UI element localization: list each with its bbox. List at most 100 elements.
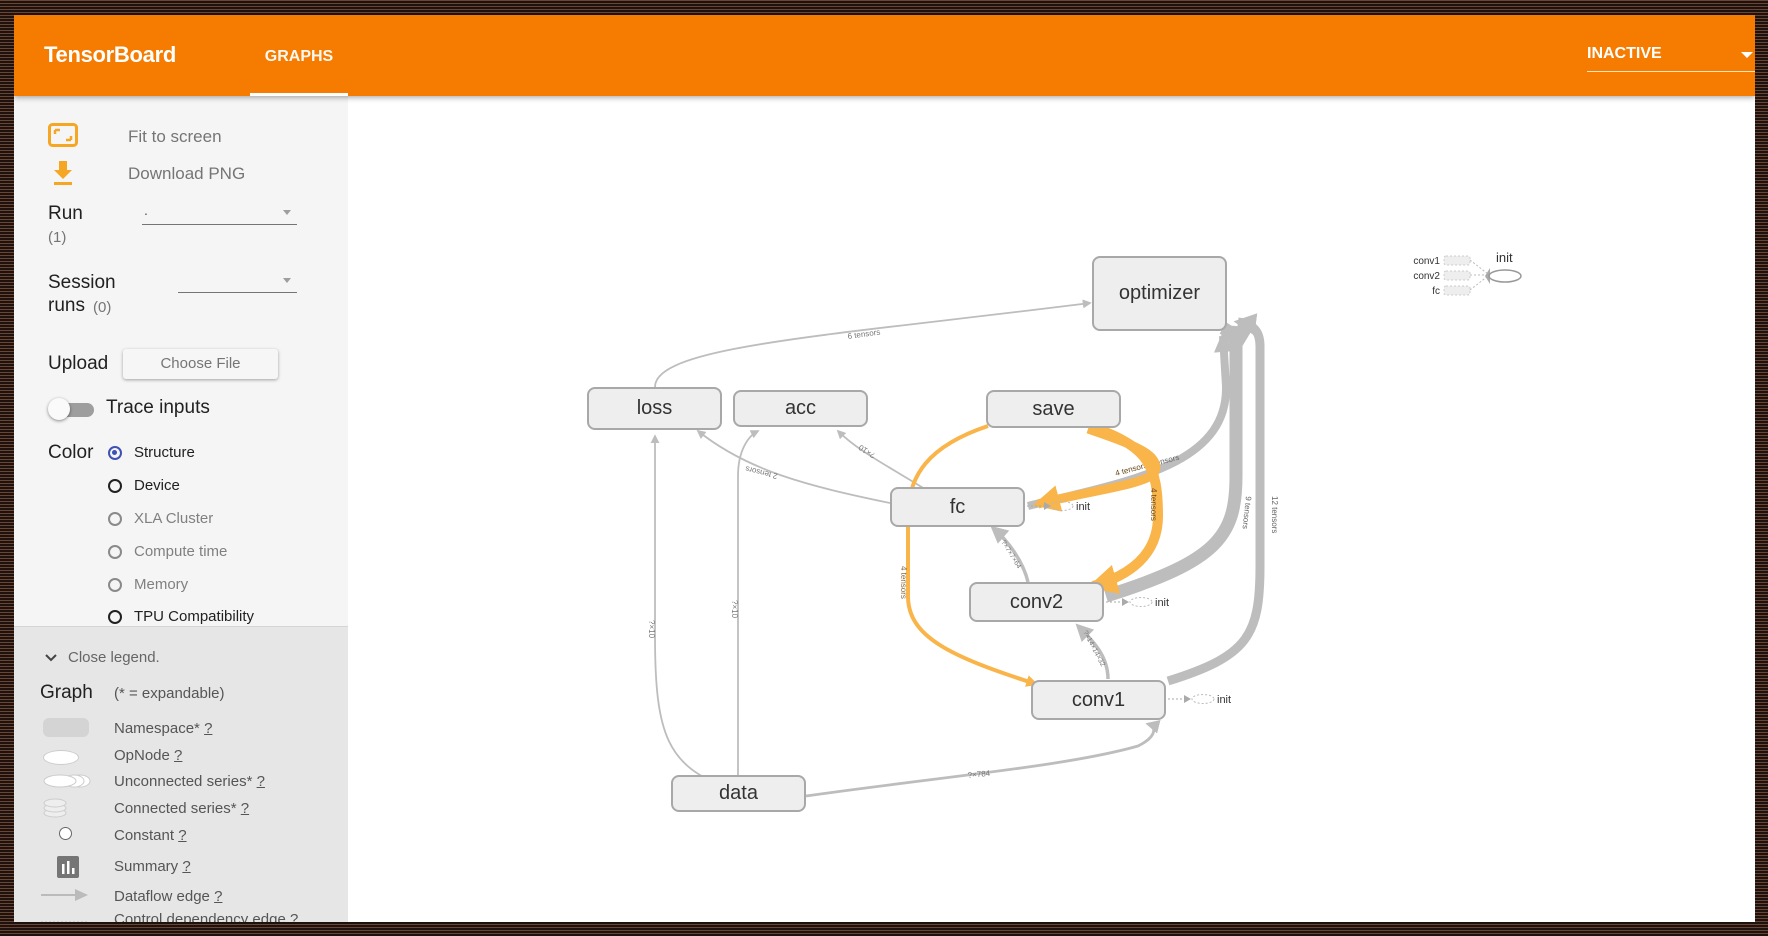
legend-label: Summary — [114, 858, 179, 875]
tab-graphs-label: GRAPHS — [264, 48, 334, 65]
radio-selected — [108, 445, 122, 460]
legend-subtitle: (* = expandable) — [114, 685, 225, 702]
constant-icon — [59, 827, 72, 840]
edge-loss-optimizer[interactable] — [654, 299, 1092, 388]
node-optimizer[interactable]: optimizer — [1092, 256, 1227, 331]
node-conv2[interactable]: conv2 — [969, 582, 1104, 622]
chevron-down-icon — [45, 654, 57, 662]
edge-label: ?×784 — [967, 769, 991, 780]
conv1-init-link[interactable] — [1168, 694, 1215, 704]
aux-input-label: fc — [1432, 286, 1440, 297]
status-select[interactable]: INACTIVE — [1587, 45, 1755, 72]
aux-input-node[interactable] — [1443, 270, 1471, 281]
radio — [108, 511, 122, 526]
legend-connected-series: Connected series* ? — [114, 800, 249, 817]
edge-label: ?×7×7×64 — [999, 539, 1022, 570]
node-label: save — [1032, 397, 1075, 420]
color-option-structure[interactable]: Structure — [108, 444, 195, 461]
run-label: Run — [48, 203, 83, 224]
edge-label: 12 tensors — [1270, 496, 1279, 533]
active-tab-indicator — [250, 93, 348, 96]
fit-screen-icon — [48, 123, 78, 147]
chevron-down-icon — [1741, 52, 1753, 58]
dataflow-edge-icon — [41, 889, 88, 901]
download-icon — [54, 161, 72, 185]
legend-label: Dataflow edge — [114, 888, 210, 905]
session-runs-label: Session — [48, 272, 116, 293]
legend-label: Control dependency edge — [114, 911, 286, 922]
download-png-button[interactable]: Download PNG — [48, 159, 308, 189]
node-conv1[interactable]: conv1 — [1031, 680, 1166, 720]
control-panel: Fit to screen Download PNG Run (1) . Ses… — [14, 96, 348, 922]
node-label: acc — [784, 397, 817, 419]
connected-series-icon — [43, 798, 67, 818]
fit-to-screen-label: Fit to screen — [128, 127, 222, 146]
legend-constant: Constant ? — [114, 827, 187, 844]
color-option-memory[interactable]: Memory — [108, 576, 188, 593]
close-legend-label: Close legend. — [68, 649, 160, 666]
aux-input-node[interactable] — [1443, 285, 1471, 296]
edge-label: 4 tensors — [1149, 488, 1158, 521]
edge-label: 6 tensors — [847, 327, 881, 340]
edge-label: ?×10 — [647, 620, 656, 639]
trace-inputs-toggle[interactable] — [48, 398, 94, 420]
help-link[interactable]: ? — [214, 888, 222, 905]
edge-label: 4 tensors — [899, 566, 908, 599]
toggle-knob — [48, 398, 70, 420]
node-save[interactable]: save — [986, 390, 1121, 428]
edge-data-acc[interactable] — [737, 430, 760, 788]
color-option-compute-time[interactable]: Compute time — [108, 543, 227, 560]
legend-summary: Summary ? — [114, 858, 191, 875]
legend-label: Namespace* — [114, 720, 200, 737]
node-loss[interactable]: loss — [587, 387, 722, 430]
radio-label: Memory — [134, 576, 189, 593]
node-fc[interactable]: fc — [890, 487, 1025, 527]
node-label: optimizer — [1118, 282, 1201, 304]
choose-file-button[interactable]: Choose File — [123, 349, 278, 379]
help-link[interactable]: ? — [257, 773, 265, 790]
node-acc[interactable]: acc — [733, 390, 868, 427]
legend-label: Unconnected series* — [114, 773, 253, 790]
color-option-tpu-compatibility[interactable]: TPU Compatibility — [108, 608, 254, 625]
help-link[interactable]: ? — [241, 800, 249, 817]
help-link[interactable]: ? — [204, 720, 212, 737]
download-png-label: Download PNG — [128, 164, 246, 183]
radio-label: XLA Cluster — [134, 510, 214, 527]
aux-input-label: conv1 — [1413, 256, 1440, 267]
session-runs-select[interactable] — [178, 270, 297, 293]
tab-graphs[interactable]: GRAPHS — [250, 15, 348, 96]
opnode-icon — [43, 750, 79, 765]
control-dependency-edge-icon — [41, 921, 87, 922]
edge-label: 2 tensors — [744, 464, 778, 481]
aux-input-label: conv2 — [1413, 271, 1440, 282]
fit-to-screen-button[interactable]: Fit to screen — [48, 123, 308, 153]
help-link[interactable]: ? — [174, 747, 182, 764]
legend-namespace: Namespace* ? — [114, 720, 212, 737]
top-bar: TensorBoard GRAPHS INACTIVE — [14, 15, 1755, 96]
color-option-xla-cluster[interactable]: XLA Cluster — [108, 510, 213, 527]
edge-label: ?×10 — [730, 600, 739, 619]
help-link[interactable]: ? — [290, 911, 298, 922]
legend-control-dependency-edge: Control dependency edge ? — [114, 911, 298, 922]
edge-fc-loss[interactable] — [696, 429, 891, 504]
legend-label: Connected series* — [114, 800, 237, 817]
color-option-device[interactable]: Device — [108, 477, 180, 494]
radio — [108, 609, 122, 624]
tensorboard-app: TensorBoard GRAPHS INACTIVE Fit to scree… — [14, 15, 1755, 922]
node-label: conv1 — [1071, 688, 1126, 711]
aux-init-node[interactable] — [1488, 269, 1522, 283]
session-runs-count: (0) — [93, 299, 112, 316]
edge-data-loss[interactable] — [650, 434, 729, 789]
radio-label: Device — [134, 477, 180, 494]
node-data[interactable]: data — [671, 775, 806, 812]
edge-data-conv1[interactable] — [805, 719, 1161, 798]
radio-label: Structure — [134, 444, 195, 461]
radio — [108, 478, 122, 493]
graph-canvas[interactable]: 6 tensors 2 tensors ?×10 ?×10 ?×10 ?×784… — [348, 96, 1755, 922]
aux-input-node[interactable] — [1443, 255, 1471, 266]
fc-init-label: init — [1076, 501, 1090, 513]
run-select[interactable]: . — [142, 202, 297, 225]
help-link[interactable]: ? — [178, 827, 186, 844]
conv2-init-label: init — [1155, 597, 1169, 609]
help-link[interactable]: ? — [182, 858, 190, 875]
